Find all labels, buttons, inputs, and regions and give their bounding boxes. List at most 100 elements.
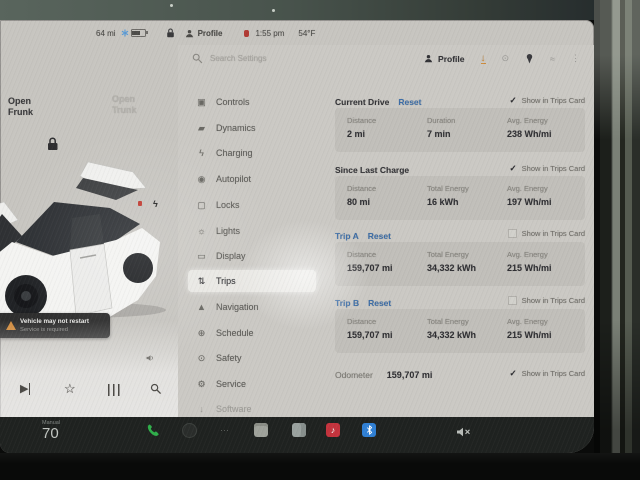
profile-icon xyxy=(185,29,194,38)
equalizer-icon[interactable] xyxy=(108,384,120,396)
app-icon-bluetooth[interactable] xyxy=(362,423,376,437)
safety-icon: ⊙ xyxy=(196,353,207,364)
wifi-icon[interactable]: ⊙ xyxy=(502,53,510,64)
screen-bezel-bottom xyxy=(0,453,640,480)
reset-link[interactable]: Reset xyxy=(368,231,391,241)
charging-icon: ϟ xyxy=(196,148,207,158)
checkbox-checked-icon: ✓ xyxy=(510,95,517,106)
section-header-trip-b: Trip B Reset Show in Trips Card xyxy=(335,296,585,310)
display-icon: ▭ xyxy=(196,251,207,262)
photo-background-top xyxy=(0,0,640,20)
dynamics-icon: ▰ xyxy=(196,123,207,134)
tesla-touchscreen: 64 mi Profile 1:55 pm 54°F Open Frunk Op… xyxy=(0,20,594,453)
sidebar-item-locks[interactable]: ▢Locks xyxy=(188,194,316,216)
mute-icon[interactable] xyxy=(456,427,472,437)
section-title: Trip B xyxy=(335,298,359,308)
schedule-icon: ⊕ xyxy=(196,328,207,339)
dust-speck xyxy=(170,4,173,7)
charge-port-icon[interactable]: ϟ xyxy=(153,199,158,209)
launcher-bar: Manual 70 ⋯ ♪ xyxy=(0,417,594,453)
reset-link[interactable]: Reset xyxy=(368,298,391,308)
show-in-trips-toggle[interactable]: Show in Trips Card xyxy=(508,229,585,238)
phone-icon[interactable] xyxy=(146,423,161,438)
open-frunk-button[interactable]: Open Frunk xyxy=(8,96,33,117)
checkbox-checked-icon: ✓ xyxy=(510,368,517,379)
odometer-value: 159,707 mi xyxy=(387,370,433,380)
more-apps-icon[interactable]: ⋯ xyxy=(220,425,230,436)
lock-icon xyxy=(166,28,175,38)
search-input[interactable]: Search Settings xyxy=(192,53,266,64)
volume-icon[interactable] xyxy=(146,354,155,362)
sidebar-item-dynamics[interactable]: ▰Dynamics xyxy=(188,117,316,139)
status-profile-button[interactable]: Profile xyxy=(198,29,223,38)
app-icon-calendar[interactable] xyxy=(254,423,268,437)
sidebar-item-service[interactable]: ⚙Service xyxy=(188,373,316,395)
sidebar-item-controls[interactable]: ▣Controls xyxy=(188,91,316,113)
next-track-icon[interactable]: ▶ xyxy=(20,383,30,395)
vehicle-visualization xyxy=(0,150,173,320)
checkbox-unchecked-icon xyxy=(508,229,517,238)
app-icon-energy[interactable] xyxy=(292,423,306,437)
taillight-indicator xyxy=(138,201,142,206)
software-update-icon[interactable]: ↓ xyxy=(481,54,486,64)
settings-panel: Search Settings Profile ↓ ⊙ ≈ ⋮ ▣Control… xyxy=(178,45,594,425)
media-controls: ▶ ☆ xyxy=(0,382,178,400)
navigation-icon: ▲ xyxy=(196,302,207,312)
show-in-trips-toggle[interactable]: ✓ Show in Trips Card xyxy=(510,95,585,106)
reset-link[interactable]: Reset xyxy=(398,97,421,107)
snowflake-icon xyxy=(121,29,129,37)
section-title: Since Last Charge xyxy=(335,165,409,175)
section-title: Current Drive xyxy=(335,97,389,107)
battery-icon xyxy=(131,29,146,37)
battery-range: 64 mi xyxy=(96,29,116,38)
dashcam-icon[interactable] xyxy=(182,423,197,438)
climate-control[interactable]: Manual 70 xyxy=(42,420,60,442)
clock: 1:55 pm xyxy=(255,29,284,38)
section-header-current-drive: Current Drive Reset ✓ Show in Trips Card xyxy=(335,95,585,109)
section-header-trip-a: Trip A Reset Show in Trips Card xyxy=(335,229,585,243)
sidebar-item-charging[interactable]: ϟCharging xyxy=(188,142,316,164)
cellular-icon[interactable]: ≈ xyxy=(550,54,555,64)
trip-stats-card: Distance2 mi Duration7 min Avg. Energy23… xyxy=(335,108,585,152)
sidebar-item-schedule[interactable]: ⊕Schedule xyxy=(188,322,316,344)
search-icon xyxy=(192,53,203,64)
app-icon-music[interactable]: ♪ xyxy=(326,423,340,437)
trips-icon: ⇅ xyxy=(196,276,207,287)
autopilot-icon: ◉ xyxy=(196,174,207,185)
profile-tab[interactable]: Profile xyxy=(424,54,464,64)
odometer-row: Odometer 159,707 mi ✓ Show in Trips Card xyxy=(335,368,585,382)
odometer-label: Odometer xyxy=(335,370,373,380)
locks-icon: ▢ xyxy=(196,200,207,211)
sidebar-item-safety[interactable]: ⊙Safety xyxy=(188,347,316,369)
climate-temperature: 70 xyxy=(42,426,60,442)
service-icon: ⚙ xyxy=(196,379,207,390)
section-header-since-last-charge: Since Last Charge ✓ Show in Trips Card xyxy=(335,163,585,177)
sidebar-item-autopilot[interactable]: ◉Autopilot xyxy=(188,168,316,190)
status-bar: 64 mi Profile 1:55 pm 54°F xyxy=(96,26,315,40)
trip-stats-card: Distance159,707 mi Total Energy34,332 kW… xyxy=(335,242,585,286)
open-trunk-button[interactable]: Open Trunk xyxy=(112,94,137,115)
lights-icon: ☼ xyxy=(196,226,207,236)
sidebar-item-lights[interactable]: ☼Lights xyxy=(188,220,316,242)
media-search-icon[interactable] xyxy=(150,383,162,395)
search-placeholder: Search Settings xyxy=(210,54,266,63)
trip-stats-card: Distance80 mi Total Energy16 kWh Avg. En… xyxy=(335,176,585,220)
checkbox-checked-icon: ✓ xyxy=(510,163,517,174)
show-in-trips-toggle[interactable]: ✓ Show in Trips Card xyxy=(510,163,585,174)
sidebar-item-navigation[interactable]: ▲Navigation xyxy=(188,296,316,318)
notification-icon[interactable] xyxy=(244,30,249,37)
show-in-trips-toggle[interactable]: ✓ Show in Trips Card xyxy=(510,368,585,379)
favorite-icon[interactable]: ☆ xyxy=(64,382,76,396)
section-title: Trip A xyxy=(335,231,359,241)
vehicle-lock-icon[interactable] xyxy=(46,137,59,151)
sidebar-item-trips[interactable]: ⇅Trips xyxy=(188,270,316,292)
trip-stats-card: Distance159,707 mi Total Energy34,332 kW… xyxy=(335,309,585,353)
dust-speck xyxy=(272,9,275,12)
outside-temperature: 54°F xyxy=(298,29,315,38)
show-in-trips-toggle[interactable]: Show in Trips Card xyxy=(508,296,585,305)
pin-icon[interactable] xyxy=(525,53,534,64)
sidebar-item-display[interactable]: ▭Display xyxy=(188,245,316,267)
software-icon: ↓ xyxy=(196,404,207,414)
more-status-icon[interactable]: ⋮ xyxy=(571,53,580,64)
checkbox-unchecked-icon xyxy=(508,296,517,305)
